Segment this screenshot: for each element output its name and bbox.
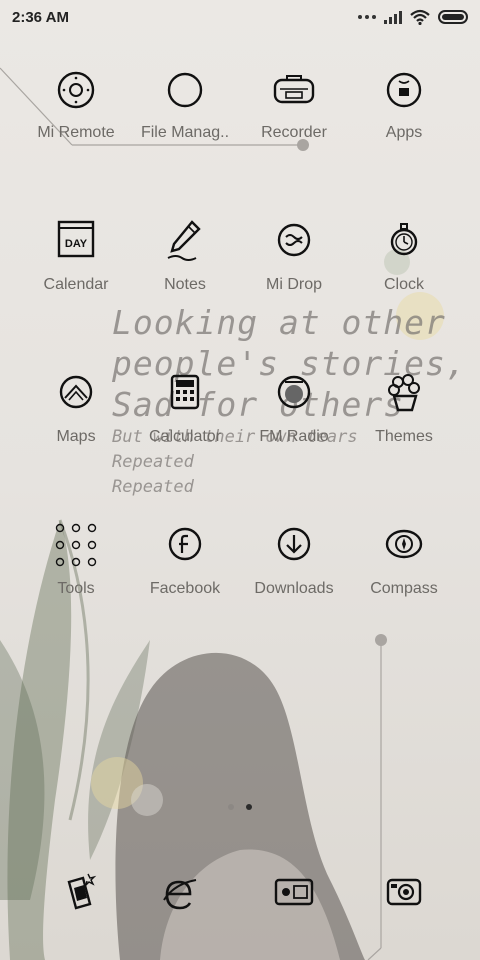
app-label: Tools bbox=[57, 580, 95, 597]
signal-icon bbox=[384, 10, 402, 24]
app-file-manager[interactable]: File Manag.. bbox=[125, 64, 245, 142]
app-label: Facebook bbox=[149, 580, 221, 597]
calendar-day-text: DAY bbox=[65, 238, 88, 250]
radio-icon bbox=[277, 375, 311, 409]
status-bar: 2:36 AM bbox=[0, 0, 480, 34]
facebook-icon bbox=[168, 527, 202, 561]
app-label: Downloads bbox=[254, 580, 334, 597]
app-apps[interactable]: Apps bbox=[344, 64, 464, 142]
page-dot-2[interactable] bbox=[246, 804, 252, 810]
browser-icon bbox=[163, 879, 197, 910]
drink-icon bbox=[67, 873, 97, 910]
apps-icon bbox=[386, 72, 422, 108]
status-time: 2:36 AM bbox=[12, 8, 69, 26]
app-label: Notes bbox=[164, 276, 206, 293]
status-icons bbox=[358, 9, 468, 25]
dock-app-4[interactable] bbox=[344, 868, 464, 920]
notification-dots-icon bbox=[358, 15, 376, 19]
plant-icon bbox=[388, 374, 420, 412]
app-label: Mi Drop bbox=[265, 276, 322, 293]
dock-app-3[interactable] bbox=[234, 868, 354, 920]
stopwatch-icon bbox=[390, 223, 418, 256]
mi-drop-icon bbox=[277, 223, 311, 257]
app-label: Maps bbox=[56, 428, 96, 445]
app-label: Calendar bbox=[43, 276, 109, 293]
camera-icon bbox=[386, 878, 422, 906]
app-label: Apps bbox=[385, 124, 423, 141]
recorder-icon bbox=[273, 75, 315, 104]
battery-icon bbox=[438, 10, 468, 24]
compass-icon bbox=[385, 529, 423, 559]
app-mi-remote[interactable]: Mi Remote bbox=[16, 64, 136, 142]
page-indicator[interactable] bbox=[228, 804, 252, 810]
app-themes[interactable]: Themes bbox=[344, 368, 464, 446]
app-label: FM Radio bbox=[259, 428, 329, 445]
dock-app-2[interactable] bbox=[120, 868, 240, 920]
app-label: Clock bbox=[383, 276, 424, 293]
app-label: Calculator bbox=[148, 428, 222, 445]
app-calculator[interactable]: Calculator bbox=[125, 368, 245, 446]
remote-icon bbox=[57, 71, 95, 109]
app-recorder[interactable]: Recorder bbox=[234, 64, 354, 142]
app-maps[interactable]: Maps bbox=[16, 368, 136, 446]
calculator-icon bbox=[170, 374, 200, 410]
wifi-icon bbox=[410, 9, 430, 25]
app-facebook[interactable]: Facebook bbox=[125, 520, 245, 598]
app-label: Themes bbox=[375, 428, 433, 445]
map-icon bbox=[59, 375, 93, 409]
page-dot-1[interactable] bbox=[228, 804, 234, 810]
download-icon bbox=[277, 527, 311, 561]
folder-icon bbox=[167, 72, 203, 108]
gallery-icon bbox=[274, 878, 314, 906]
app-notes[interactable]: Notes bbox=[125, 216, 245, 294]
app-label: Recorder bbox=[261, 124, 327, 141]
app-compass[interactable]: Compass bbox=[344, 520, 464, 598]
wallpaper bbox=[0, 0, 480, 960]
app-label: Compass bbox=[370, 580, 438, 597]
app-label: Mi Remote bbox=[37, 124, 115, 141]
tools-grid-icon bbox=[55, 523, 97, 567]
calendar-icon: DAY bbox=[57, 220, 95, 258]
app-calendar[interactable]: DAY Calendar bbox=[16, 216, 136, 294]
pen-icon bbox=[167, 220, 201, 261]
app-downloads[interactable]: Downloads bbox=[234, 520, 354, 598]
app-fm-radio[interactable]: FM Radio bbox=[234, 368, 354, 446]
app-tools[interactable]: Tools bbox=[16, 520, 136, 598]
app-label: File Manag.. bbox=[140, 124, 230, 141]
app-mi-drop[interactable]: Mi Drop bbox=[234, 216, 354, 294]
app-clock[interactable]: Clock bbox=[344, 216, 464, 294]
